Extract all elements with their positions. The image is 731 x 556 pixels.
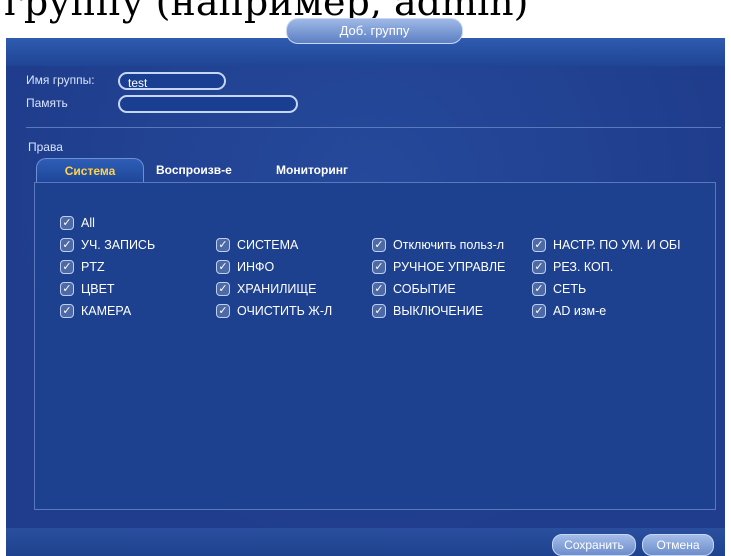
dialog-title: Доб. группу (286, 18, 463, 44)
cancel-button[interactable]: Отмена (642, 534, 714, 556)
permission-label: СИСТЕМА (237, 238, 299, 252)
permission-label: ХРАНИЛИЩЕ (237, 282, 317, 296)
permission-label: PTZ (81, 260, 105, 274)
permission-item[interactable]: ✓ УЧ. ЗАПИСЬ (60, 236, 155, 254)
permission-item[interactable]: ✓ СОБЫТИЕ (372, 280, 456, 298)
permissions-panel (34, 182, 716, 510)
permission-item[interactable]: ✓ ОЧИСТИТЬ Ж-Л (216, 302, 332, 320)
permission-item[interactable]: ✓ РЕЗ. КОП. (532, 258, 613, 276)
checkbox-checked-icon[interactable]: ✓ (60, 237, 74, 252)
permission-label: НАСТР. ПО УМ. И ОБI (553, 238, 681, 252)
memo-input[interactable] (118, 95, 298, 113)
permission-item[interactable]: ✓ ИНФО (216, 258, 274, 276)
checkbox-checked-icon[interactable]: ✓ (532, 237, 546, 252)
checkbox-checked-icon[interactable]: ✓ (372, 281, 386, 296)
permission-item[interactable]: ✓ AD изм-е (532, 302, 606, 320)
tab-playback[interactable]: Воспроизв-е (156, 158, 232, 182)
permission-label: ВЫКЛЮЧЕНИЕ (393, 304, 484, 318)
permission-item[interactable]: ✓ РУЧНОЕ УПРАВЛЕ (372, 258, 505, 276)
tab-system[interactable]: Система (36, 158, 144, 183)
tab-monitoring[interactable]: Мониторинг (276, 158, 348, 182)
permission-item[interactable]: ✓ Отключить польз-л (372, 236, 504, 254)
checkbox-checked-icon[interactable]: ✓ (60, 259, 74, 274)
checkbox-checked-icon[interactable]: ✓ (60, 303, 74, 318)
permission-label: РУЧНОЕ УПРАВЛЕ (393, 260, 506, 274)
checkbox-checked-icon[interactable]: ✓ (532, 303, 546, 318)
permission-item[interactable]: ✓ СЕТЬ (532, 280, 586, 298)
checkbox-checked-icon[interactable]: ✓ (372, 259, 386, 274)
permission-label: СЕТЬ (553, 282, 587, 296)
permission-label: ОЧИСТИТЬ Ж-Л (237, 304, 333, 318)
checkbox-checked-icon[interactable]: ✓ (216, 237, 230, 252)
save-button[interactable]: Сохранить (552, 534, 636, 556)
permission-item[interactable]: ✓ ВЫКЛЮЧЕНИЕ (372, 302, 483, 320)
group-name-input[interactable]: test (118, 72, 226, 90)
group-name-label: Имя группы: (26, 73, 95, 87)
divider (26, 127, 721, 128)
checkbox-checked-icon[interactable]: ✓ (60, 281, 74, 296)
permission-label: ИНФО (237, 260, 275, 274)
memo-label: Память (26, 96, 68, 110)
checkbox-checked-icon[interactable]: ✓ (216, 259, 230, 274)
permission-label: СОБЫТИЕ (393, 282, 456, 296)
permission-label: Отключить польз-л (393, 238, 505, 252)
permission-item[interactable]: ✓ ЦВЕТ (60, 280, 115, 298)
permission-item[interactable]: ✓ СИСТЕМА (216, 236, 298, 254)
checkbox-checked-icon[interactable]: ✓ (372, 303, 386, 318)
checkbox-checked-icon[interactable]: ✓ (372, 237, 386, 252)
permission-label: ЦВЕТ (81, 282, 115, 296)
checkbox-checked-icon[interactable]: ✓ (216, 303, 230, 318)
permission-label: All (81, 216, 95, 230)
permission-item[interactable]: ✓ КАМЕРА (60, 302, 131, 320)
checkbox-checked-icon[interactable]: ✓ (216, 281, 230, 296)
permission-item[interactable]: ✓ НАСТР. ПО УМ. И ОБI (532, 236, 681, 254)
permission-label: AD изм-е (553, 304, 607, 318)
rights-label: Права (28, 140, 63, 154)
permission-all[interactable]: ✓ All (60, 214, 95, 232)
permission-item[interactable]: ✓ ХРАНИЛИЩЕ (216, 280, 316, 298)
checkbox-checked-icon[interactable]: ✓ (532, 259, 546, 274)
permission-item[interactable]: ✓ PTZ (60, 258, 105, 276)
permission-label: КАМЕРА (81, 304, 132, 318)
add-group-dialog: Доб. группу Имя группы: test Память Прав… (6, 18, 725, 556)
permission-label: РЕЗ. КОП. (553, 260, 614, 274)
permission-label: УЧ. ЗАПИСЬ (81, 238, 156, 252)
checkbox-checked-icon[interactable]: ✓ (532, 281, 546, 296)
checkbox-checked-icon[interactable]: ✓ (60, 215, 74, 230)
